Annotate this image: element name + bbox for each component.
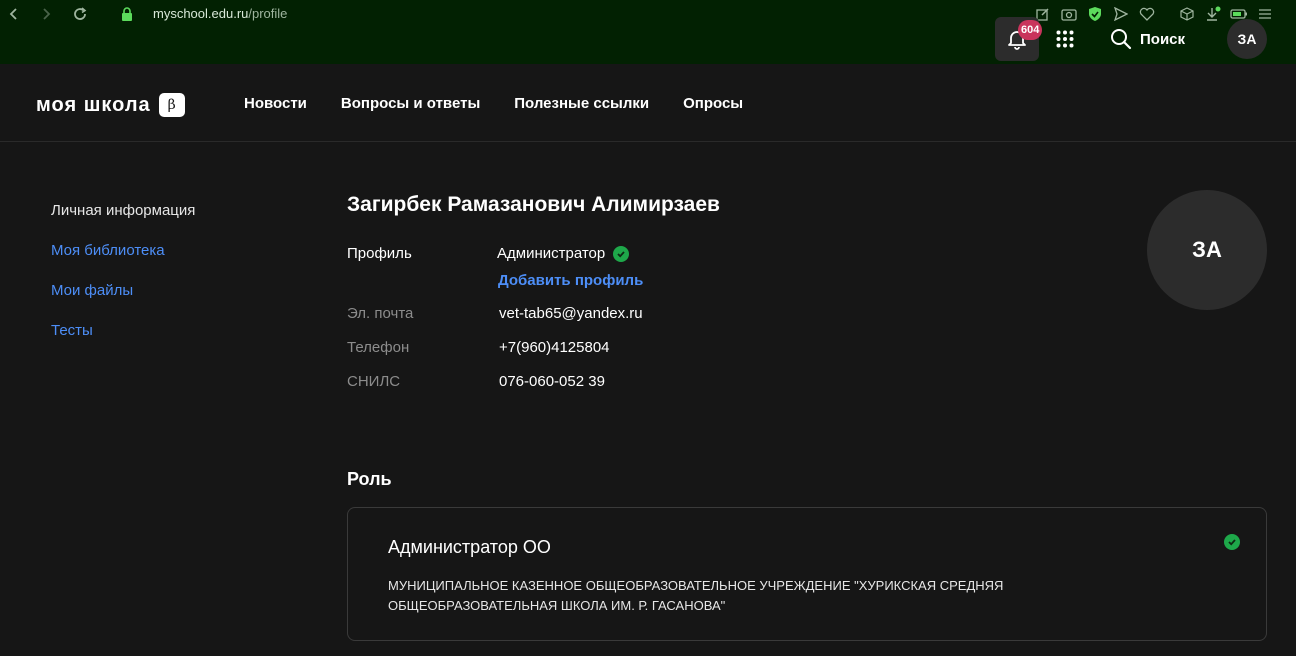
role-name: Администратор ОО: [388, 537, 551, 557]
profile-avatar-large: ЗА: [1147, 190, 1267, 310]
cube-icon[interactable]: [1178, 5, 1196, 23]
send-icon[interactable]: [1112, 5, 1130, 23]
profile-value: Администратор: [497, 245, 630, 262]
profile-role-text: Администратор: [497, 245, 606, 262]
add-profile-link[interactable]: Добавить профиль: [498, 272, 643, 289]
search-icon: [1111, 29, 1132, 50]
phone-value: +7(960)4125804: [499, 339, 610, 356]
snils-value: 076-060-052 39: [499, 373, 605, 390]
phone-label: Телефон: [347, 339, 410, 356]
address-bar[interactable]: myschool.edu.ru/profile: [153, 6, 287, 21]
reload-icon[interactable]: [70, 4, 90, 24]
lock-icon: [120, 6, 136, 22]
shield-icon[interactable]: [1086, 5, 1104, 23]
nav-news[interactable]: Новости: [244, 95, 307, 112]
email-label: Эл. почта: [347, 305, 414, 322]
user-full-name: Загирбек Рамазанович Алимирзаев: [347, 193, 720, 216]
menu-icon[interactable]: [1256, 5, 1274, 23]
download-icon[interactable]: [1204, 5, 1222, 23]
email-value: vet-tab65@yandex.ru: [499, 305, 643, 322]
role-check-icon: [1224, 534, 1240, 550]
sidebar-item-personal-info[interactable]: Личная информация: [51, 200, 195, 240]
url-host: myschool.edu.ru: [153, 6, 249, 21]
browser-toolbar: myschool.edu.ru/profile: [0, 0, 1296, 64]
camera-icon[interactable]: [1060, 5, 1078, 23]
user-avatar[interactable]: ЗА: [1227, 19, 1267, 59]
role-organization: МУНИЦИПАЛЬНОЕ КАЗЕННОЕ ОБЩЕОБРАЗОВАТЕЛЬН…: [388, 578, 1004, 613]
main-nav: Новости Вопросы и ответы Полезные ссылки…: [244, 95, 743, 112]
profile-label: Профиль: [347, 245, 412, 262]
url-path: /profile: [248, 6, 288, 21]
role-card: Администратор ОО МУНИЦИПАЛЬНОЕ КАЗЕННОЕ …: [347, 507, 1267, 641]
forward-icon[interactable]: [36, 4, 56, 24]
site-header: моя школа β Новости Вопросы и ответы Пол…: [0, 64, 1296, 142]
nav-polls[interactable]: Опросы: [683, 95, 743, 112]
nav-useful-links[interactable]: Полезные ссылки: [514, 95, 649, 112]
notification-badge: 604: [1018, 20, 1043, 40]
check-icon: [613, 245, 630, 262]
sidebar-item-my-library[interactable]: Моя библиотека: [51, 240, 195, 280]
apps-grid-icon[interactable]: [1056, 30, 1074, 48]
back-icon[interactable]: [4, 4, 24, 24]
sidebar-item-my-files[interactable]: Мои файлы: [51, 280, 195, 320]
heart-icon[interactable]: [1138, 5, 1156, 23]
sidebar-item-tests[interactable]: Тесты: [51, 320, 195, 360]
logo-text: моя школа: [36, 93, 151, 116]
nav-faq[interactable]: Вопросы и ответы: [341, 95, 480, 112]
snils-label: СНИЛС: [347, 373, 401, 390]
search-button[interactable]: Поиск: [1110, 28, 1185, 50]
site-logo[interactable]: моя школа β: [36, 93, 185, 117]
role-section-title: Роль: [347, 469, 392, 489]
profile-sidebar: Личная информация Моя библиотека Мои фай…: [51, 200, 195, 360]
beta-badge: β: [158, 93, 185, 117]
search-label: Поиск: [1140, 30, 1186, 48]
